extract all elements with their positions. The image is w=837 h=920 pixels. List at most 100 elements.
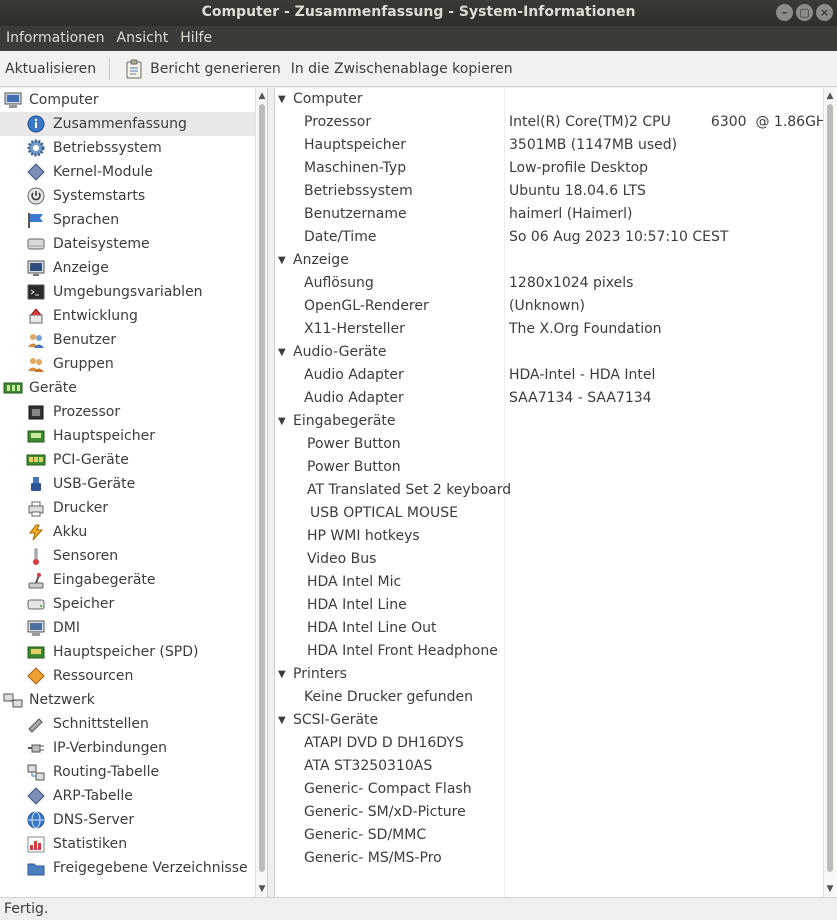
detail-row[interactable]: Power Button <box>275 456 823 479</box>
window-controls: – ▢ × <box>776 4 833 21</box>
refresh-button[interactable]: Aktualisieren <box>0 54 101 84</box>
expander-icon[interactable]: ▼ <box>278 663 286 686</box>
sidebar-item-routing-tabelle[interactable]: Routing-Tabelle <box>0 760 255 784</box>
close-icon[interactable]: × <box>816 4 833 21</box>
detail-row[interactable]: Video Bus <box>275 548 823 571</box>
details-scroll-thumb[interactable] <box>827 104 833 872</box>
sidebar-item-label: Hauptspeicher (SPD) <box>53 644 199 660</box>
sidebar-item-hauptspeicher-spd[interactable]: Hauptspeicher (SPD) <box>0 640 255 664</box>
expander-icon[interactable]: ▼ <box>278 341 286 364</box>
detail-row[interactable]: USB OPTICAL MOUSE <box>275 502 823 525</box>
sidebar-category-geräte[interactable]: Geräte <box>0 376 255 400</box>
menu-ansicht[interactable]: Ansicht <box>111 26 175 51</box>
detail-section-header[interactable]: ▼ SCSI-Geräte <box>275 709 823 732</box>
details-pane[interactable]: ▼ Computer Prozessor Intel(R) Core(TM)2 CPU… <box>274 88 837 897</box>
detail-row[interactable]: HDA Intel Line <box>275 594 823 617</box>
sidebar-item-ressourcen[interactable]: Ressourcen <box>0 664 255 688</box>
sidebar-item-kernel-module[interactable]: Kernel-Module <box>0 160 255 184</box>
sidebar-item-ip-verbindungen[interactable]: IP-Verbindungen <box>0 736 255 760</box>
expander-icon[interactable]: ▼ <box>278 88 286 111</box>
detail-row[interactable]: Audio Adapter SAA7134 - SAA7134 <box>275 387 823 410</box>
detail-row[interactable]: Benutzername haimerl (Haimerl) <box>275 203 823 226</box>
sidebar-item-pci-geräte[interactable]: PCI-Geräte <box>0 448 255 472</box>
sidebar-item-dateisysteme[interactable]: Dateisysteme <box>0 232 255 256</box>
sidebar-item-label: Hauptspeicher <box>53 428 155 444</box>
detail-row[interactable]: Betriebssystem Ubuntu 18.04.6 LTS <box>275 180 823 203</box>
category-scroll-thumb[interactable] <box>259 104 265 872</box>
sidebar-item-dmi[interactable]: DMI <box>0 616 255 640</box>
detail-row[interactable]: Keine Drucker gefunden <box>275 686 823 709</box>
sidebar-item-statistiken[interactable]: Statistiken <box>0 832 255 856</box>
detail-row[interactable]: Date/Time So 06 Aug 2023 10:57:10 CEST <box>275 226 823 249</box>
sidebar-item-schnittstellen[interactable]: Schnittstellen <box>0 712 255 736</box>
detail-row[interactable]: ATA ST3250310AS <box>275 755 823 778</box>
sidebar-item-entwicklung[interactable]: Entwicklung <box>0 304 255 328</box>
sidebar-category-computer[interactable]: Computer <box>0 88 255 112</box>
detail-row[interactable]: AT Translated Set 2 keyboard <box>275 479 823 502</box>
copy-clipboard-button[interactable]: In die Zwischenablage kopieren <box>286 54 518 84</box>
detail-row[interactable]: Power Button <box>275 433 823 456</box>
category-tree[interactable]: Computer Zusammenfassung Betriebssystem Ker… <box>0 88 268 897</box>
sidebar-category-netzwerk[interactable]: Netzwerk <box>0 688 255 712</box>
detail-row[interactable]: Hauptspeicher 3501MB (1147MB used) <box>275 134 823 157</box>
category-scrollbar[interactable]: ▲ ▼ <box>255 88 267 897</box>
sidebar-item-gruppen[interactable]: Gruppen <box>0 352 255 376</box>
menu-informationen[interactable]: Informationen <box>0 26 111 51</box>
detail-row[interactable]: Prozessor Intel(R) Core(TM)2 CPU 6300 @ 1… <box>275 111 834 134</box>
expander-icon[interactable]: ▼ <box>278 249 286 272</box>
detail-row[interactable]: HP WMI hotkeys <box>275 525 823 548</box>
sidebar-item-drucker[interactable]: Drucker <box>0 496 255 520</box>
sidebar-item-umgebungsvariablen[interactable]: Umgebungsvariablen <box>0 280 255 304</box>
sidebar-item-sensoren[interactable]: Sensoren <box>0 544 255 568</box>
sidebar-item-zusammenfassung[interactable]: Zusammenfassung <box>0 112 255 136</box>
title-bar[interactable]: Computer - Zusammenfassung - System-Info… <box>0 0 837 26</box>
sidebar-item-anzeige[interactable]: Anzeige <box>0 256 255 280</box>
detail-row[interactable]: Generic- SD/MMC <box>275 824 823 847</box>
sidebar-item-betriebssystem[interactable]: Betriebssystem <box>0 136 255 160</box>
maximize-icon[interactable]: ▢ <box>796 4 813 21</box>
detail-row[interactable]: Audio Adapter HDA-Intel - HDA Intel <box>275 364 823 387</box>
detail-row[interactable]: OpenGL-Renderer (Unknown) <box>275 295 823 318</box>
sidebar-item-eingabegeräte[interactable]: Eingabegeräte <box>0 568 255 592</box>
sidebar-item-speicher[interactable]: Speicher <box>0 592 255 616</box>
sidebar-item-akku[interactable]: Akku <box>0 520 255 544</box>
generate-report-button[interactable]: Bericht generieren <box>118 54 286 84</box>
detail-row[interactable]: HDA Intel Front Headphone <box>275 640 823 663</box>
detail-row[interactable]: HDA Intel Line Out <box>275 617 823 640</box>
sidebar-item-benutzer[interactable]: Benutzer <box>0 328 255 352</box>
detail-section-header[interactable]: ▼ Anzeige <box>275 249 823 272</box>
scroll-down-icon[interactable]: ▼ <box>256 882 267 896</box>
minimize-icon[interactable]: – <box>776 4 793 21</box>
sidebar-item-prozessor[interactable]: Prozessor <box>0 400 255 424</box>
sidebar-item-freigegebene-verzeichnisse[interactable]: Freigegebene Verzeichnisse <box>0 856 255 880</box>
detail-row[interactable]: Auflösung 1280x1024 pixels <box>275 272 823 295</box>
sidebar-item-systemstarts[interactable]: Systemstarts <box>0 184 255 208</box>
detail-section-header[interactable]: ▼ Computer <box>275 88 823 111</box>
details-scroll-up-icon[interactable]: ▲ <box>824 89 836 103</box>
sidebar-item-arp-tabelle[interactable]: ARP-Tabelle <box>0 784 255 808</box>
expander-icon[interactable]: ▼ <box>278 410 286 433</box>
detail-section-header[interactable]: ▼ Audio-Geräte <box>275 341 823 364</box>
sidebar-item-dns-server[interactable]: DNS-Server <box>0 808 255 832</box>
detail-row[interactable]: ATAPI DVD D DH16DYS <box>275 732 823 755</box>
detail-key: Generic- SD/MMC <box>304 827 427 843</box>
expander-icon[interactable]: ▼ <box>278 709 286 732</box>
detail-row[interactable]: HDA Intel Mic <box>275 571 823 594</box>
detail-row[interactable]: X11-Hersteller The X.Org Foundation <box>275 318 823 341</box>
sidebar-item-usb-geräte[interactable]: USB-Geräte <box>0 472 255 496</box>
detail-key: HDA Intel Front Headphone <box>307 643 498 659</box>
detail-row[interactable]: Generic- SM/xD-Picture <box>275 801 823 824</box>
details-scrollbar[interactable]: ▲ ▼ <box>823 88 836 897</box>
detail-row[interactable]: Maschinen-Typ Low-profile Desktop <box>275 157 823 180</box>
sidebar-item-hauptspeicher[interactable]: Hauptspeicher <box>0 424 255 448</box>
detail-section-header[interactable]: ▼ Printers <box>275 663 823 686</box>
detail-key: Prozessor <box>304 114 372 130</box>
details-scroll-down-icon[interactable]: ▼ <box>824 882 836 896</box>
detail-row[interactable]: Generic- MS/MS-Pro <box>275 847 823 870</box>
detail-section-header[interactable]: ▼ Eingabegeräte <box>275 410 823 433</box>
menu-hilfe[interactable]: Hilfe <box>174 26 218 51</box>
scroll-up-icon[interactable]: ▲ <box>256 89 267 103</box>
sidebar-item-sprachen[interactable]: Sprachen <box>0 208 255 232</box>
info-icon <box>27 115 45 133</box>
detail-row[interactable]: Generic- Compact Flash <box>275 778 823 801</box>
